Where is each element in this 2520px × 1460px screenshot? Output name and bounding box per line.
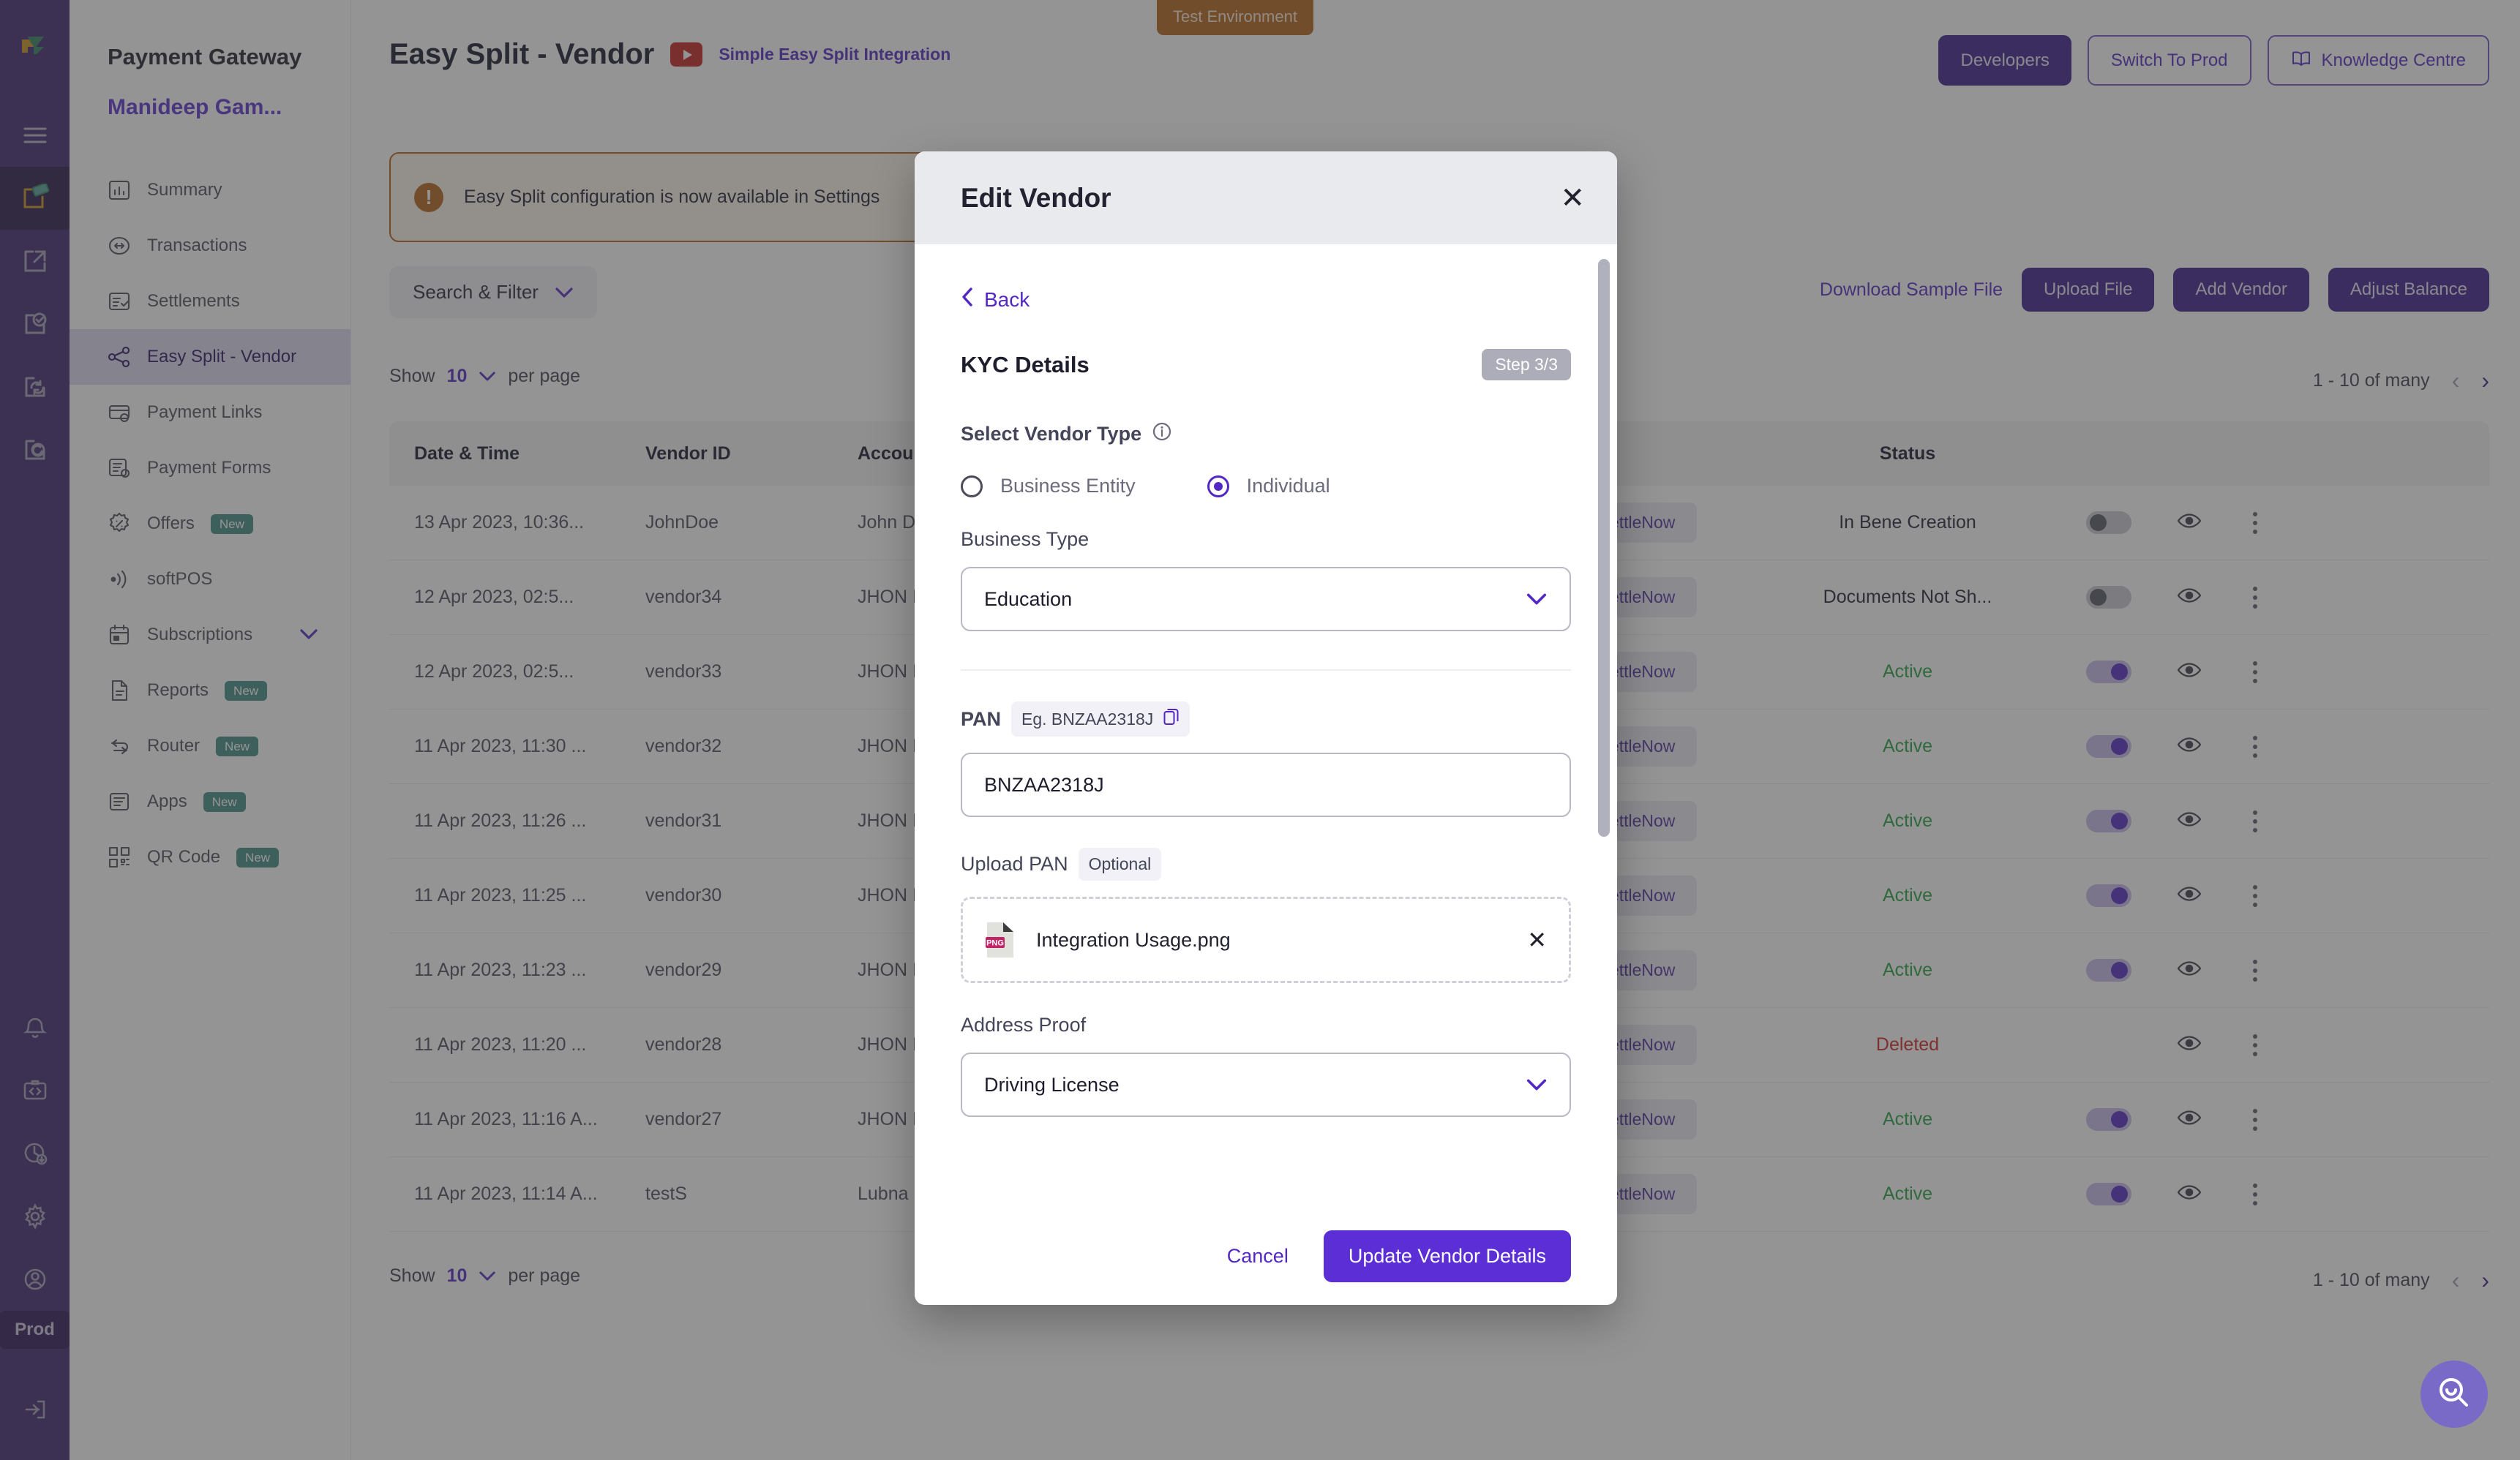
radio-individual-label: Individual [1247,475,1330,497]
modal-body: Back KYC Details Step 3/3 Select Vendor … [915,244,1617,1208]
optional-tag: Optional [1079,848,1162,881]
pan-label-text: PAN [961,708,1001,731]
edit-vendor-modal: Edit Vendor ✕ Back KYC Details Step 3/3 … [915,151,1617,1305]
kyc-title: KYC Details [961,352,1090,378]
step-badge: Step 3/3 [1482,349,1571,380]
radio-business-entity-label: Business Entity [1000,475,1136,497]
radio-business-entity[interactable]: Business Entity [961,475,1136,497]
cancel-button[interactable]: Cancel [1227,1245,1289,1268]
section-divider [961,669,1571,671]
upload-pan-label-text: Upload PAN [961,853,1068,876]
kyc-section-header: KYC Details Step 3/3 [961,349,1571,380]
address-proof-value: Driving License [984,1074,1120,1096]
modal-title: Edit Vendor [961,183,1111,214]
vendor-type-label-text: Select Vendor Type [961,423,1141,445]
uploaded-file-name: Integration Usage.png [1036,929,1231,952]
address-proof-select[interactable]: Driving License [961,1053,1571,1117]
pan-label: PAN Eg. BNZAA2318J [961,701,1571,737]
svg-text:PNG: PNG [986,939,1004,948]
remove-file-icon[interactable]: ✕ [1527,926,1547,954]
chevron-down-icon [1526,587,1548,612]
business-type-value: Education [984,588,1072,611]
business-type-label: Business Type [961,528,1571,551]
pan-hint-text: Eg. BNZAA2318J [1021,710,1153,729]
search-smile-icon [2435,1374,2473,1415]
radio-indicator [961,475,983,497]
modal-header: Edit Vendor ✕ [915,151,1617,244]
address-proof-label: Address Proof [961,1014,1571,1036]
modal-footer: Cancel Update Vendor Details [915,1208,1617,1305]
modal-scrollbar[interactable] [1598,259,1610,837]
chevron-left-icon [961,287,974,312]
pan-hint-tag: Eg. BNZAA2318J [1011,701,1190,737]
radio-individual[interactable]: Individual [1207,475,1330,497]
radio-indicator-selected [1207,475,1229,497]
back-label: Back [984,288,1030,312]
business-type-select[interactable]: Education [961,567,1571,631]
update-vendor-details-button[interactable]: Update Vendor Details [1324,1230,1571,1282]
help-search-fab[interactable] [2420,1361,2488,1428]
png-file-icon: PNG [985,921,1016,959]
close-icon[interactable]: ✕ [1560,184,1585,213]
pan-input[interactable]: BNZAA2318J [961,753,1571,817]
pan-upload-dropzone[interactable]: PNG Integration Usage.png ✕ [961,897,1571,983]
info-icon[interactable] [1152,421,1172,447]
chevron-down-icon [1526,1072,1548,1097]
pan-input-value: BNZAA2318J [984,774,1104,797]
upload-pan-label: Upload PAN Optional [961,848,1571,881]
copy-icon[interactable] [1163,708,1180,730]
vendor-type-label: Select Vendor Type [961,421,1571,447]
back-link[interactable]: Back [961,287,1571,312]
vendor-type-radio-group: Business Entity Individual [961,475,1571,497]
